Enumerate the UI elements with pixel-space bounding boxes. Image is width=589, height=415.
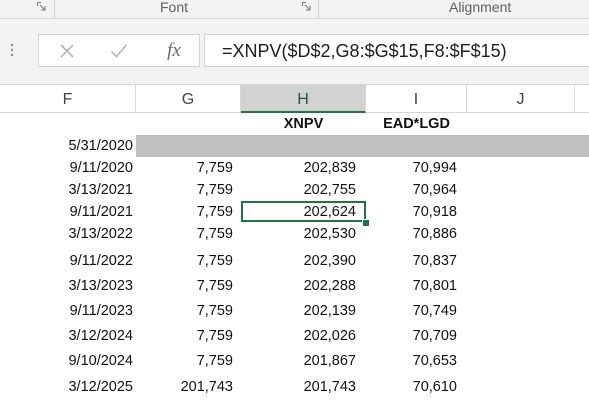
column-headers: F G H I J — [0, 84, 589, 113]
cell-g[interactable]: 7,759 — [136, 179, 233, 201]
cell-h[interactable]: 201,867 — [241, 350, 356, 372]
cell-i[interactable]: 70,886 — [366, 223, 457, 245]
cell-h[interactable]: 202,530 — [241, 223, 356, 245]
drag-grip-icon[interactable] — [10, 43, 14, 57]
cell-f[interactable]: 3/13/2023 — [0, 275, 133, 297]
cell-h[interactable]: 202,755 — [241, 179, 356, 201]
dialog-launcher-icon[interactable] — [37, 2, 46, 11]
column-header-g[interactable]: G — [136, 85, 241, 112]
cell-h[interactable]: 201,743 — [241, 376, 356, 398]
cell-i[interactable]: 70,918 — [366, 201, 457, 223]
ribbon-divider — [54, 0, 55, 18]
column-header-i[interactable]: I — [366, 85, 467, 112]
cell-i[interactable]: 70,653 — [366, 350, 457, 372]
column-header-h[interactable]: H — [241, 85, 366, 113]
cell-i[interactable]: 70,801 — [366, 275, 457, 297]
cell-g[interactable]: 7,759 — [136, 201, 233, 223]
cell-f[interactable]: 9/11/2021 — [0, 201, 133, 223]
cell-g[interactable]: 7,759 — [136, 300, 233, 322]
cell-f[interactable]: 9/11/2023 — [0, 300, 133, 322]
cell-g[interactable]: 7,759 — [136, 325, 233, 347]
cell-h[interactable]: 202,288 — [241, 275, 356, 297]
formula-buttons: fx — [38, 34, 200, 67]
ribbon-group-alignment-label: Alignment — [449, 0, 512, 15]
cell-f[interactable]: 9/11/2022 — [0, 250, 133, 272]
cell-h[interactable]: 202,839 — [241, 157, 356, 179]
cell-f[interactable]: 3/13/2022 — [0, 223, 133, 245]
column-header-f[interactable]: F — [0, 85, 136, 112]
fx-icon[interactable]: fx — [159, 35, 189, 66]
cell-f[interactable]: 9/11/2020 — [0, 157, 133, 179]
cell-i[interactable]: 70,964 — [366, 179, 457, 201]
cell-i-header[interactable]: EAD*LGD — [366, 113, 467, 135]
ribbon-divider — [318, 0, 319, 18]
worksheet-grid[interactable]: XNPV EAD*LGD 5/31/2020 9/11/2020 7,759 202,… — [0, 113, 589, 415]
close-icon[interactable] — [55, 35, 79, 66]
cell-i[interactable]: 70,709 — [366, 325, 457, 347]
checkmark-icon[interactable] — [107, 35, 131, 66]
cell-f[interactable]: 3/13/2021 — [0, 179, 133, 201]
cell-g[interactable] — [136, 135, 233, 157]
cell-h[interactable]: 202,026 — [241, 325, 356, 347]
formula-input[interactable]: =XNPV($D$2,G8:$G$15,F8:$F$15) — [204, 34, 589, 67]
font-dialog-launcher-icon[interactable] — [302, 2, 311, 11]
cell-i[interactable]: 70,837 — [366, 250, 457, 272]
cell-g[interactable]: 201,743 — [136, 376, 233, 398]
cell-h[interactable]: 202,390 — [241, 250, 356, 272]
cell-f[interactable]: 5/31/2020 — [0, 135, 133, 157]
formula-bar: fx =XNPV($D$2,G8:$G$15,F8:$F$15) — [0, 19, 589, 84]
column-header-j[interactable]: J — [467, 85, 575, 112]
cell-g[interactable]: 7,759 — [136, 275, 233, 297]
cell-g[interactable]: 7,759 — [136, 157, 233, 179]
fill-handle[interactable] — [362, 219, 370, 227]
cell-i[interactable] — [366, 135, 457, 157]
active-cell-outline[interactable] — [241, 201, 366, 222]
ribbon: Font Alignment — [0, 0, 589, 19]
cell-g[interactable]: 7,759 — [136, 350, 233, 372]
cell-f[interactable]: 9/10/2024 — [0, 350, 133, 372]
cell-i[interactable]: 70,994 — [366, 157, 457, 179]
cell-i[interactable]: 70,749 — [366, 300, 457, 322]
cell-h-header[interactable]: XNPV — [241, 113, 366, 135]
cell-h[interactable]: 202,139 — [241, 300, 356, 322]
cell-h[interactable] — [241, 135, 356, 157]
cell-g[interactable]: 7,759 — [136, 250, 233, 272]
ribbon-group-font-label: Font — [160, 0, 189, 15]
cell-g[interactable]: 7,759 — [136, 223, 233, 245]
cell-f[interactable]: 3/12/2024 — [0, 325, 133, 347]
cell-i[interactable]: 70,610 — [366, 376, 457, 398]
cell-f[interactable]: 3/12/2025 — [0, 376, 133, 398]
